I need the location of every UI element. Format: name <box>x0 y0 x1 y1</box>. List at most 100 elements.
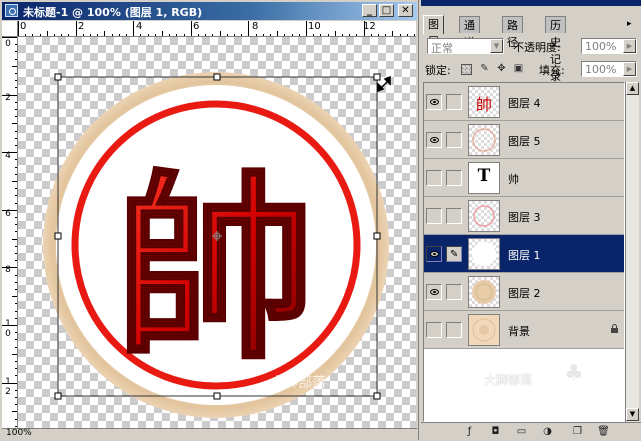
layer-name[interactable]: 图层 1 <box>508 247 541 263</box>
fill-label: 填充: <box>539 64 565 77</box>
tab-channels[interactable]: 通道 <box>459 16 480 49</box>
layer-thumbnail <box>468 276 500 308</box>
vertical-ruler[interactable]: 0 2 4 6 8 1 0 1 2 <box>2 37 18 428</box>
eye-icon <box>430 251 439 257</box>
ruler-label: 1 2 <box>5 377 11 397</box>
layer-row[interactable]: 图层 3 <box>424 197 624 235</box>
link-toggle[interactable] <box>446 322 462 338</box>
new-group-button[interactable]: ▭ <box>515 426 528 438</box>
footprint-logo-icon: ♣ <box>564 361 584 386</box>
visibility-toggle[interactable] <box>426 132 442 148</box>
trash-icon[interactable]: 🗑 <box>597 426 610 438</box>
ruler-label: 6 <box>5 209 11 219</box>
layer-list-scrollbar[interactable]: ▲ ▼ <box>625 82 639 422</box>
adjustment-layer-button[interactable]: ◑ <box>541 426 554 438</box>
lock-transparency-icon[interactable] <box>461 64 472 75</box>
scroll-down-button[interactable]: ▼ <box>626 408 639 421</box>
ring-thumbnail-icon <box>472 128 496 152</box>
visibility-toggle[interactable] <box>426 208 442 224</box>
opacity-value: 100% <box>585 40 617 53</box>
link-toggle[interactable] <box>446 94 462 110</box>
tab-paths[interactable]: 路径 <box>502 16 523 49</box>
chevron-down-icon[interactable]: ▼ <box>490 39 503 53</box>
document-title: 未标题-1 @ 100% (图层 1, RGB) <box>23 6 203 19</box>
text-layer-icon: T <box>477 166 491 186</box>
minimize-button[interactable]: _ <box>362 4 377 17</box>
layer-row[interactable]: 帥 图层 4 <box>424 83 624 121</box>
horizontal-ruler[interactable]: 0 2 4 6 8 10 12 <box>18 21 416 37</box>
layer-style-button[interactable]: ƒ <box>463 426 476 438</box>
ring-thumbnail-icon <box>473 205 495 227</box>
layer-name[interactable]: 背景 <box>508 323 530 339</box>
layer-row[interactable]: T 帅 <box>424 159 624 197</box>
link-toggle[interactable] <box>446 170 462 186</box>
lock-row: 锁定: ✎ ✥ ▣ 填充: 100% ▶ <box>421 58 641 80</box>
fill-field[interactable]: 100% ▶ <box>581 61 637 77</box>
disc-thumbnail-icon <box>472 280 496 304</box>
lock-brush-icon[interactable]: ✎ <box>479 63 490 74</box>
layer-name[interactable]: 图层 5 <box>508 133 541 149</box>
link-toggle[interactable] <box>446 132 462 148</box>
link-toggle[interactable]: ✎ <box>446 246 462 262</box>
palette-bottom-toolbar: ƒ ◘ ▭ ◑ ❐ 🗑 <box>421 422 641 441</box>
ruler-label: 2 <box>78 21 85 32</box>
layer-name[interactable]: 图层 3 <box>508 209 541 225</box>
palette-watermark: 大脚部落 <box>484 373 533 387</box>
new-layer-button[interactable]: ❐ <box>571 426 584 438</box>
chevron-right-icon[interactable]: ▶ <box>623 39 636 53</box>
ruler-label: 12 <box>363 21 376 32</box>
visibility-toggle[interactable] <box>426 284 442 300</box>
brush-icon: ✎ <box>450 249 459 260</box>
layer-row-selected[interactable]: ✎ 图层 1 <box>424 235 624 273</box>
add-mask-button[interactable]: ◘ <box>489 426 502 438</box>
ruler-label: 0 <box>20 21 27 32</box>
ruler-label: 4 <box>5 151 11 161</box>
ruler-label: 1 0 <box>5 319 11 339</box>
canvas[interactable]: 帥 大脚部落 <box>18 37 416 428</box>
layer-name[interactable]: 图层 4 <box>508 95 541 111</box>
opacity-field[interactable]: 100% ▶ <box>581 38 637 54</box>
lock-move-icon[interactable]: ✥ <box>496 63 507 74</box>
canvas-artwork: 帥 大脚部落 <box>43 72 391 418</box>
layer-thumbnail <box>468 124 500 156</box>
opacity-label: 不透明度: <box>513 41 561 54</box>
photoshop-document-icon <box>5 4 18 17</box>
maximize-button[interactable]: □ <box>379 4 394 17</box>
layer-row-background[interactable]: 背景 <box>424 311 624 349</box>
eye-icon <box>430 137 439 143</box>
layers-palette: 图层 通道 路径 历史记录 ▸ 正常 ▼ 不透明度: 100% ▶ 锁定: ✎ … <box>421 0 641 441</box>
blend-row: 正常 ▼ 不透明度: 100% ▶ <box>421 36 641 56</box>
visibility-toggle[interactable] <box>426 94 442 110</box>
layer-thumbnail <box>468 200 500 232</box>
layer-name[interactable]: 图层 2 <box>508 285 541 301</box>
layer-row[interactable]: 图层 2 <box>424 273 624 311</box>
palette-title-bar[interactable] <box>421 0 641 6</box>
document-window: 未标题-1 @ 100% (图层 1, RGB) _ □ ✕ 0 2 4 6 8… <box>0 0 419 440</box>
visibility-toggle[interactable] <box>426 322 442 338</box>
chevron-right-icon[interactable]: ▶ <box>623 62 636 76</box>
tab-history[interactable]: 历史记录 <box>545 16 566 83</box>
lock-icon <box>611 324 618 333</box>
ruler-label: 2 <box>5 93 11 103</box>
ruler-label: 10 <box>308 21 321 32</box>
ruler-label: 4 <box>136 21 143 32</box>
scroll-up-button[interactable]: ▲ <box>626 82 639 95</box>
ruler-origin[interactable] <box>2 21 18 37</box>
tab-layers[interactable]: 图层 <box>423 15 444 48</box>
layer-name[interactable]: 帅 <box>508 171 519 187</box>
lock-all-icon[interactable]: ▣ <box>513 63 524 74</box>
blend-mode-select[interactable]: 正常 ▼ <box>427 38 504 55</box>
canvas-glyph: 帥 <box>116 154 316 387</box>
palette-menu-button[interactable]: ▸ <box>627 19 632 29</box>
canvas-watermark: 大脚部落 <box>270 375 326 391</box>
layer-thumbnail <box>468 314 500 346</box>
visibility-toggle[interactable] <box>426 246 442 262</box>
layer-thumbnail: T <box>468 162 500 194</box>
layer-list: 帥 图层 4 图层 5 T 帅 图层 3 ✎ 图层 1 图层 2 背景 大脚部落… <box>423 82 625 422</box>
link-toggle[interactable] <box>446 284 462 300</box>
visibility-toggle[interactable] <box>426 170 442 186</box>
link-toggle[interactable] <box>446 208 462 224</box>
layer-row[interactable]: 图层 5 <box>424 121 624 159</box>
close-button[interactable]: ✕ <box>398 4 413 17</box>
document-title-bar[interactable]: 未标题-1 @ 100% (图层 1, RGB) _ □ ✕ <box>2 2 417 20</box>
